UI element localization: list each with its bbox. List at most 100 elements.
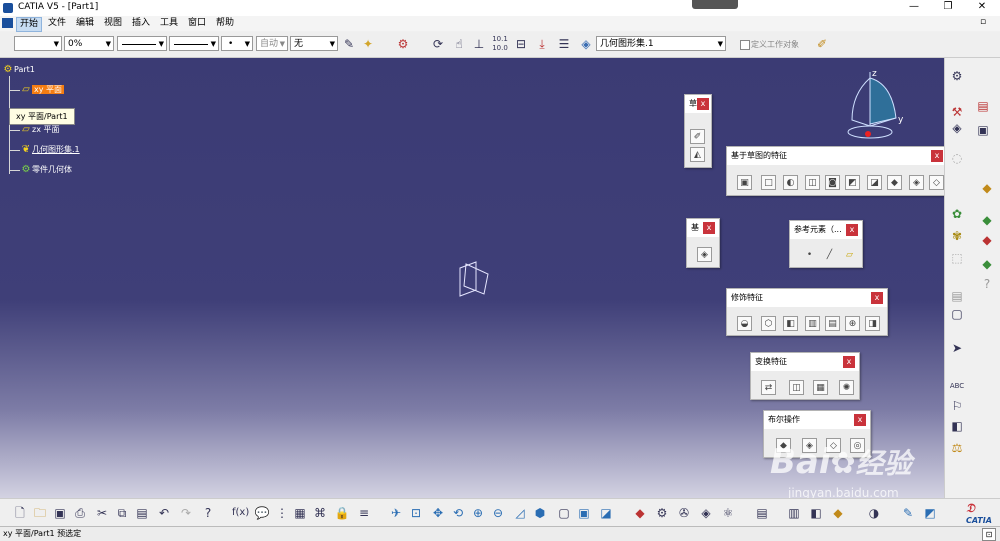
shaft-icon[interactable]: ◐ bbox=[783, 175, 798, 190]
rib-icon[interactable]: ◩ bbox=[845, 175, 860, 190]
surface-based-icon[interactable]: ◈ bbox=[697, 247, 712, 262]
close-boolean-toolbar[interactable]: x bbox=[854, 414, 866, 426]
grid-values-icon[interactable]: 10.1 10.0 bbox=[492, 35, 508, 52]
close-sketch-based-toolbar[interactable]: x bbox=[931, 150, 943, 162]
measure-item-icon[interactable]: ⚖ bbox=[949, 440, 965, 456]
command-input-icon[interactable]: ⊡ bbox=[982, 528, 996, 541]
mirror-icon[interactable]: ◫ bbox=[789, 380, 804, 395]
3d-annotation-icon[interactable]: ◧ bbox=[949, 418, 965, 434]
drawing-icon[interactable]: ▥ bbox=[786, 505, 802, 521]
cut-icon[interactable]: ✂ bbox=[94, 505, 110, 521]
stiffener-icon[interactable]: ◆ bbox=[887, 175, 902, 190]
fillet-icon[interactable]: ◒ bbox=[737, 316, 752, 331]
tree-node-xy-plane[interactable]: ▱ xy 平面 bbox=[20, 84, 65, 95]
pencil-icon[interactable]: ✎ bbox=[900, 505, 916, 521]
tree-root[interactable]: ⚙ Part1 bbox=[2, 64, 35, 75]
compass[interactable]: z y bbox=[842, 68, 912, 142]
draft-analysis-icon[interactable]: ◆ bbox=[979, 180, 995, 196]
part-body-icon[interactable]: ◆ bbox=[979, 212, 995, 228]
fly-icon[interactable]: ✈ bbox=[388, 505, 404, 521]
reframe-icon[interactable]: ▤ bbox=[754, 505, 770, 521]
plane-icon[interactable]: ▱ bbox=[842, 248, 857, 263]
draft-icon[interactable]: ◧ bbox=[783, 316, 798, 331]
menu-insert[interactable]: 插入 bbox=[129, 17, 153, 30]
remove-loft-icon[interactable]: ◇ bbox=[929, 175, 944, 190]
annotation-icon[interactable]: ⬚ bbox=[949, 250, 965, 266]
swap-space-icon[interactable]: ◪ bbox=[598, 505, 614, 521]
sketch-edit-icon[interactable]: ✐ bbox=[814, 36, 830, 52]
table-icon[interactable]: ▤ bbox=[949, 288, 965, 304]
menu-window[interactable]: 窗口 bbox=[185, 17, 209, 30]
sketch-icon[interactable]: ✐ bbox=[690, 129, 705, 144]
tree-node-geometric-set[interactable]: ❦ 几何图形集.1 bbox=[20, 144, 80, 155]
render-icon[interactable]: ◧ bbox=[808, 505, 824, 521]
isometric-view-icon[interactable]: ⬢ bbox=[532, 505, 548, 521]
formula-icon[interactable]: ✾ bbox=[949, 228, 965, 244]
window-grip[interactable] bbox=[692, 0, 738, 9]
undo-icon[interactable]: ↶ bbox=[156, 505, 172, 521]
material-library-icon[interactable]: ◆ bbox=[632, 505, 648, 521]
magic-wand-icon[interactable]: ✦ bbox=[360, 36, 376, 52]
thickness-icon[interactable]: ▤ bbox=[825, 316, 840, 331]
render-style-combo[interactable]: 自动 ▼ bbox=[256, 36, 288, 51]
loft-icon[interactable]: ◈ bbox=[909, 175, 924, 190]
sketch-based-header[interactable]: 基于草图的特征 bbox=[727, 147, 944, 165]
catia-menu-icon[interactable] bbox=[2, 18, 13, 28]
measure-icon[interactable]: ⤓ bbox=[534, 36, 550, 52]
thread-icon[interactable]: ⊕ bbox=[845, 316, 860, 331]
material-icon[interactable]: ◆ bbox=[979, 232, 995, 248]
analysis-icon[interactable]: ◌ bbox=[949, 150, 965, 166]
print-icon[interactable]: ⎙ bbox=[72, 505, 88, 521]
menu-start[interactable]: 开始 bbox=[16, 17, 43, 32]
part-design-icon[interactable]: ◈ bbox=[949, 120, 965, 136]
pad-icon[interactable]: ▣ bbox=[737, 175, 752, 190]
rotate-icon[interactable]: ⟲ bbox=[450, 505, 466, 521]
pattern-icon[interactable]: ▦ bbox=[813, 380, 828, 395]
update-icon[interactable]: ⟳ bbox=[430, 36, 446, 52]
formula-fx-icon[interactable]: f(x) bbox=[232, 505, 249, 521]
apply-material-icon[interactable]: ◆ bbox=[979, 256, 995, 272]
define-work-object-checkbox[interactable] bbox=[740, 40, 750, 50]
menu-view[interactable]: 视图 bbox=[101, 17, 125, 30]
box-icon[interactable]: ▢ bbox=[949, 306, 965, 322]
geometric-set-combo[interactable]: 几何图形集.1 ▼ bbox=[596, 36, 726, 51]
cylinder-icon[interactable]: ⊟ bbox=[513, 36, 529, 52]
axis-system-icon[interactable]: ⊥ bbox=[471, 36, 487, 52]
pan-icon[interactable]: ✥ bbox=[430, 505, 446, 521]
view-mode-icon[interactable]: ▢ bbox=[556, 505, 572, 521]
zoom-in-icon[interactable]: ⊕ bbox=[470, 505, 486, 521]
close-reference-toolbar[interactable]: x bbox=[846, 224, 858, 236]
shell-icon[interactable]: ▥ bbox=[805, 316, 820, 331]
positioned-sketch-icon[interactable]: ◭ bbox=[690, 147, 705, 162]
catalog-browser-icon[interactable]: ◈ bbox=[698, 505, 714, 521]
menu-file[interactable]: 文件 bbox=[45, 17, 69, 30]
close-window-button[interactable]: ✕ bbox=[972, 1, 992, 12]
open-icon[interactable]: 🗀 bbox=[32, 505, 48, 521]
menu-edit[interactable]: 编辑 bbox=[73, 17, 97, 30]
close-transform-toolbar[interactable]: x bbox=[843, 356, 855, 368]
line-icon[interactable]: ╱ bbox=[822, 248, 837, 263]
tree-node-zx-plane[interactable]: ▱ zx 平面 bbox=[20, 124, 59, 135]
hole-icon[interactable]: ◙ bbox=[825, 175, 840, 190]
close-base-toolbar[interactable]: x bbox=[703, 222, 715, 234]
normal-view-icon[interactable]: ◿ bbox=[512, 505, 528, 521]
close-dress-up-toolbar[interactable]: x bbox=[871, 292, 883, 304]
redo-icon[interactable]: ↷ bbox=[178, 505, 194, 521]
scene-icon[interactable]: ◑ bbox=[866, 505, 882, 521]
translation-icon[interactable]: ⇄ bbox=[761, 380, 776, 395]
transparency-combo[interactable]: 0% ▼ bbox=[64, 36, 114, 51]
zoom-out-icon[interactable]: ⊖ bbox=[490, 505, 506, 521]
sketcher-icon[interactable]: ⚙ bbox=[949, 68, 965, 84]
layer-combo[interactable]: 无 ▼ bbox=[290, 36, 338, 51]
restore-button[interactable]: ❐ bbox=[938, 1, 958, 12]
workbench-icon[interactable]: ⚒ bbox=[949, 104, 965, 120]
scaling-icon[interactable]: ✺ bbox=[839, 380, 854, 395]
menu-tools[interactable]: 工具 bbox=[157, 17, 181, 30]
thickness-combo[interactable]: ▼ bbox=[169, 36, 219, 51]
catalog-icon[interactable]: ▤ bbox=[975, 98, 991, 114]
minimize-button[interactable]: — bbox=[904, 1, 924, 12]
list-icon[interactable]: ☰ bbox=[556, 36, 572, 52]
constraint-icon[interactable]: ✿ bbox=[949, 206, 965, 222]
knowledge-icon[interactable]: ⌘ bbox=[312, 505, 328, 521]
analysis-tool-icon[interactable]: ⚛ bbox=[720, 505, 736, 521]
